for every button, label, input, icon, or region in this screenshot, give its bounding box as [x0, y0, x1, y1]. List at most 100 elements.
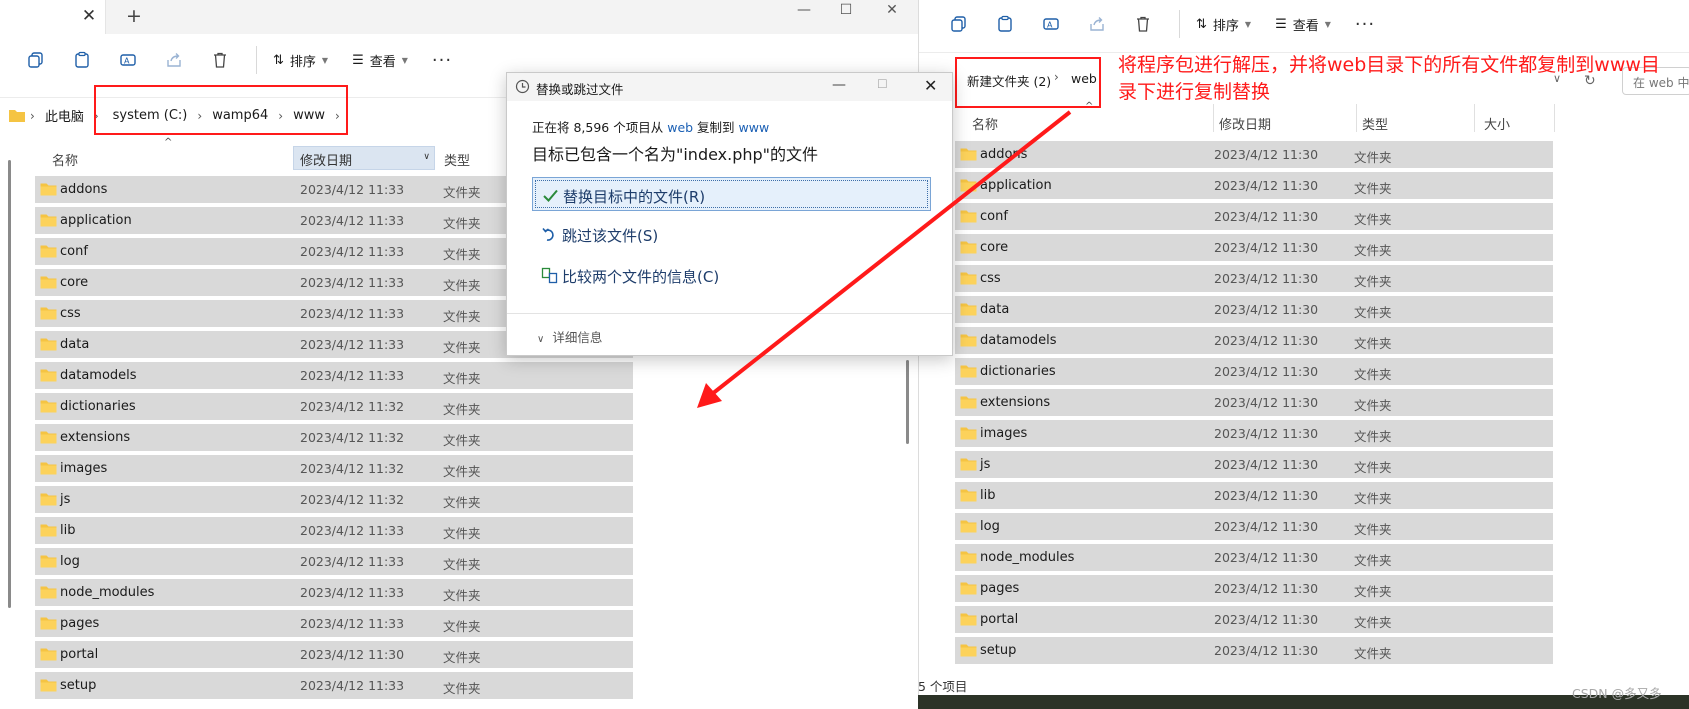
skip-file-option[interactable]: 跳过该文件(S) [532, 217, 931, 251]
folder-icon [960, 272, 977, 285]
column-header-name[interactable]: 名称 [52, 150, 78, 169]
table-row[interactable]: data 2023/4/12 11:30 文件夹 [955, 296, 1553, 323]
scrollbar[interactable] [8, 160, 11, 608]
file-name: lib [60, 523, 76, 538]
folder-icon [960, 427, 977, 440]
maximize-icon[interactable]: ☐ [834, 2, 858, 18]
file-name: images [980, 426, 1028, 441]
more-details-toggle[interactable]: ∨ 详细信息 [537, 327, 602, 346]
replace-file-option[interactable]: 替换目标中的文件(R) [532, 177, 931, 211]
table-row[interactable]: dictionaries 2023/4/12 11:32 文件夹 [35, 393, 633, 420]
more-options-icon[interactable]: ··· [432, 50, 452, 71]
file-type: 文件夹 [1354, 522, 1392, 537]
table-row[interactable]: js 2023/4/12 11:32 文件夹 [35, 486, 633, 513]
table-row[interactable]: pages 2023/4/12 11:30 文件夹 [955, 575, 1553, 602]
minimize-icon[interactable]: — [832, 77, 846, 93]
table-row[interactable]: node_modules 2023/4/12 11:33 文件夹 [35, 579, 633, 606]
paste-icon[interactable] [995, 14, 1015, 34]
column-header-type[interactable]: 类型 [1362, 114, 1388, 133]
table-row[interactable]: images 2023/4/12 11:30 文件夹 [955, 420, 1553, 447]
copy-progress-text: 正在将 8,596 个项目从 web 复制到 www [532, 120, 770, 135]
table-row[interactable]: lib 2023/4/12 11:30 文件夹 [955, 482, 1553, 509]
share-icon[interactable] [164, 50, 184, 70]
modified-date: 2023/4/12 11:30 [1214, 395, 1319, 410]
column-header-size[interactable]: 大小 [1484, 114, 1510, 133]
table-row[interactable]: js 2023/4/12 11:30 文件夹 [955, 451, 1553, 478]
paste-icon[interactable] [72, 50, 92, 70]
table-row[interactable]: datamodels 2023/4/12 11:33 文件夹 [35, 362, 633, 389]
table-row[interactable]: log 2023/4/12 11:30 文件夹 [955, 513, 1553, 540]
compare-files-option[interactable]: 比较两个文件的信息(C) [532, 258, 931, 292]
close-window-icon[interactable]: ✕ [880, 2, 904, 18]
modified-date: 2023/4/12 11:30 [1214, 240, 1319, 255]
file-name: js [60, 492, 71, 507]
file-type: 文件夹 [1354, 150, 1392, 165]
table-row[interactable]: extensions 2023/4/12 11:30 文件夹 [955, 389, 1553, 416]
file-type: 文件夹 [1354, 460, 1392, 475]
file-type: 文件夹 [1354, 429, 1392, 444]
column-header-date[interactable]: 修改日期 [1219, 114, 1271, 133]
table-row[interactable]: portal 2023/4/12 11:30 文件夹 [35, 641, 633, 668]
table-row[interactable]: node_modules 2023/4/12 11:30 文件夹 [955, 544, 1553, 571]
table-row[interactable]: pages 2023/4/12 11:33 文件夹 [35, 610, 633, 637]
table-row[interactable]: core 2023/4/12 11:30 文件夹 [955, 234, 1553, 261]
delete-icon[interactable] [210, 50, 230, 70]
table-row[interactable]: dictionaries 2023/4/12 11:30 文件夹 [955, 358, 1553, 385]
column-header-type[interactable]: 类型 [444, 150, 470, 169]
table-row[interactable]: conf 2023/4/12 11:30 文件夹 [955, 203, 1553, 230]
table-row[interactable]: datamodels 2023/4/12 11:30 文件夹 [955, 327, 1553, 354]
modified-date: 2023/4/12 11:30 [1214, 209, 1319, 224]
file-type: 文件夹 [443, 588, 481, 603]
share-icon[interactable] [1087, 14, 1107, 34]
chevron-down-icon: ▼ [401, 55, 408, 65]
folder-icon [960, 179, 977, 192]
table-row[interactable]: css 2023/4/12 11:30 文件夹 [955, 265, 1553, 292]
chevron-right-icon: › [30, 108, 35, 123]
destination-folder-link[interactable]: www [739, 120, 770, 135]
modified-date: 2023/4/12 11:30 [1214, 612, 1319, 627]
right-command-bar: A ⇅ 排序 ▼ ☰ 查看 ▼ ··· [949, 0, 1689, 48]
copy-icon[interactable] [26, 50, 46, 70]
rename-icon[interactable]: A [118, 50, 138, 70]
file-type: 文件夹 [443, 464, 481, 479]
new-tab-icon[interactable]: + [126, 6, 142, 26]
file-type: 文件夹 [443, 309, 481, 324]
toolbar-divider [1179, 10, 1180, 38]
source-folder-link[interactable]: web [667, 120, 693, 135]
folder-icon [960, 396, 977, 409]
left-active-tab[interactable]: ✕ [0, 0, 106, 34]
scrollbar[interactable] [906, 360, 909, 444]
column-header-name[interactable]: 名称 [972, 114, 998, 133]
file-name: core [60, 275, 89, 290]
table-row[interactable]: log 2023/4/12 11:33 文件夹 [35, 548, 633, 575]
file-type: 文件夹 [443, 433, 481, 448]
delete-icon[interactable] [1133, 14, 1153, 34]
file-name: data [980, 302, 1010, 317]
table-row[interactable]: application 2023/4/12 11:30 文件夹 [955, 172, 1553, 199]
minimize-icon[interactable]: — [792, 2, 816, 18]
file-name: datamodels [60, 368, 137, 383]
tab-close-icon[interactable]: ✕ [80, 7, 98, 25]
column-divider [1554, 104, 1555, 132]
folder-icon [960, 458, 977, 471]
folder-icon [960, 148, 977, 161]
breadcrumb-this-pc[interactable]: 此电脑 [45, 106, 84, 125]
table-row[interactable]: setup 2023/4/12 11:30 文件夹 [955, 637, 1553, 664]
table-row[interactable]: addons 2023/4/12 11:30 文件夹 [955, 141, 1553, 168]
sort-button[interactable]: ⇅ 排序 ▼ [273, 51, 328, 70]
view-button[interactable]: ☰ 查看 ▼ [352, 51, 408, 70]
copy-icon[interactable] [949, 14, 969, 34]
modified-date: 2023/4/12 11:33 [300, 337, 405, 352]
column-header-date[interactable]: 修改日期 ∨ [293, 146, 435, 170]
table-row[interactable]: lib 2023/4/12 11:33 文件夹 [35, 517, 633, 544]
table-row[interactable]: portal 2023/4/12 11:30 文件夹 [955, 606, 1553, 633]
rename-icon[interactable]: A [1041, 14, 1061, 34]
modified-date: 2023/4/12 11:33 [300, 678, 405, 693]
more-options-icon[interactable]: ··· [1355, 14, 1375, 35]
view-button[interactable]: ☰ 查看 ▼ [1275, 15, 1331, 34]
table-row[interactable]: setup 2023/4/12 11:33 文件夹 [35, 672, 633, 699]
sort-button[interactable]: ⇅ 排序 ▼ [1196, 15, 1251, 34]
close-icon[interactable]: ✕ [924, 76, 937, 95]
table-row[interactable]: images 2023/4/12 11:32 文件夹 [35, 455, 633, 482]
table-row[interactable]: extensions 2023/4/12 11:32 文件夹 [35, 424, 633, 451]
